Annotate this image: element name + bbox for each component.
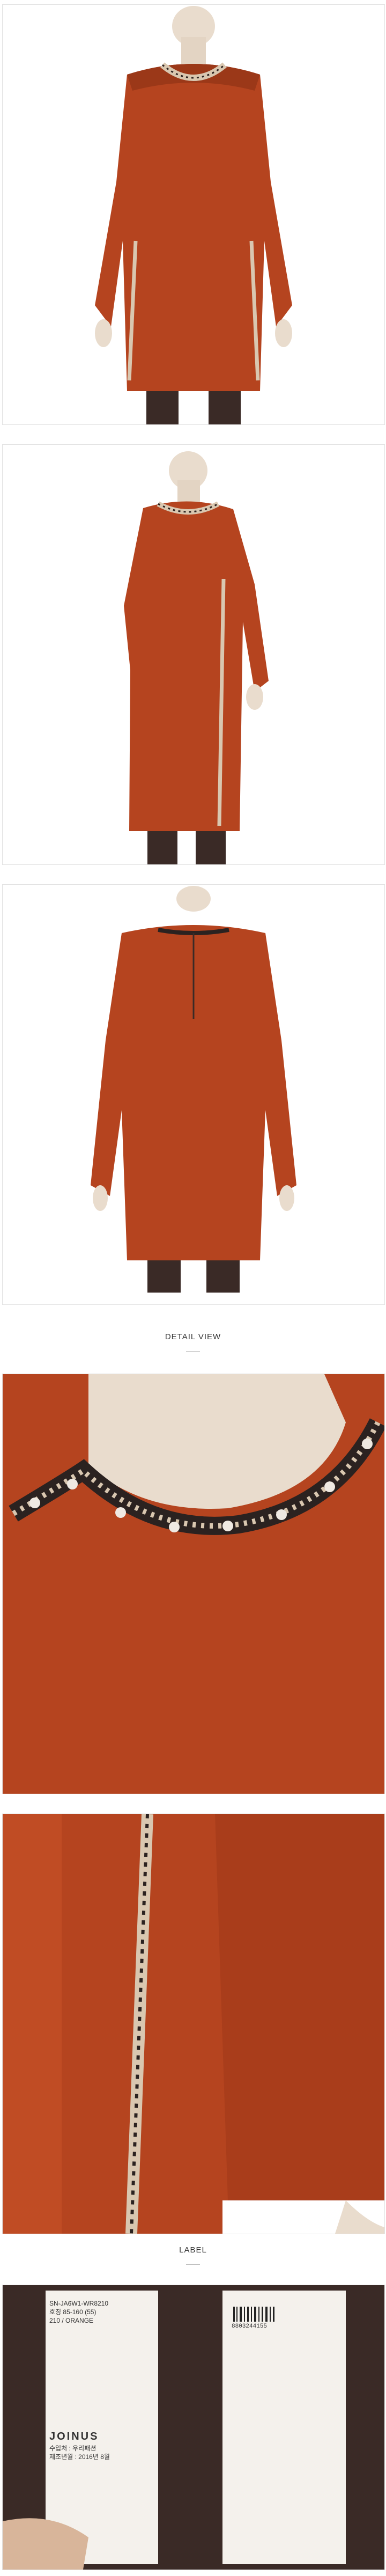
front-view-photo	[2, 4, 385, 425]
trim-closeup-icon	[3, 1814, 384, 2234]
dress-back-icon	[3, 885, 384, 1304]
dress-front-icon	[3, 5, 384, 424]
left-label-text: SN-JA6W1-WR8210 호칭 85-160 (55) 210 / ORA…	[49, 2299, 151, 2461]
neckline-detail-photo	[2, 1374, 385, 1794]
detail-view-heading: DETAIL VIEW	[165, 1332, 221, 1341]
back-view-photo	[2, 884, 385, 1305]
side-view-photo	[2, 444, 385, 865]
barcode-number: 8803244155	[232, 2323, 268, 2330]
style-code: SN-JA6W1-WR8210	[49, 2300, 109, 2307]
label-divider	[186, 2264, 200, 2265]
import-line: 수입처 : 우리패션	[49, 2445, 96, 2452]
color-line: 210 / ORANGE	[49, 2317, 94, 2324]
size-line: 호칭 85-160 (55)	[49, 2308, 96, 2316]
brand-name: JOINUS	[49, 2431, 99, 2442]
dress-side-icon	[3, 445, 384, 864]
date-line: 제조년월 : 2016년 8월	[49, 2453, 110, 2461]
neckline-closeup-icon	[3, 1374, 384, 1794]
side-trim-detail-photo	[2, 1814, 385, 2234]
detail-view-divider	[186, 1351, 200, 1352]
label-heading: LABEL	[179, 2245, 207, 2255]
